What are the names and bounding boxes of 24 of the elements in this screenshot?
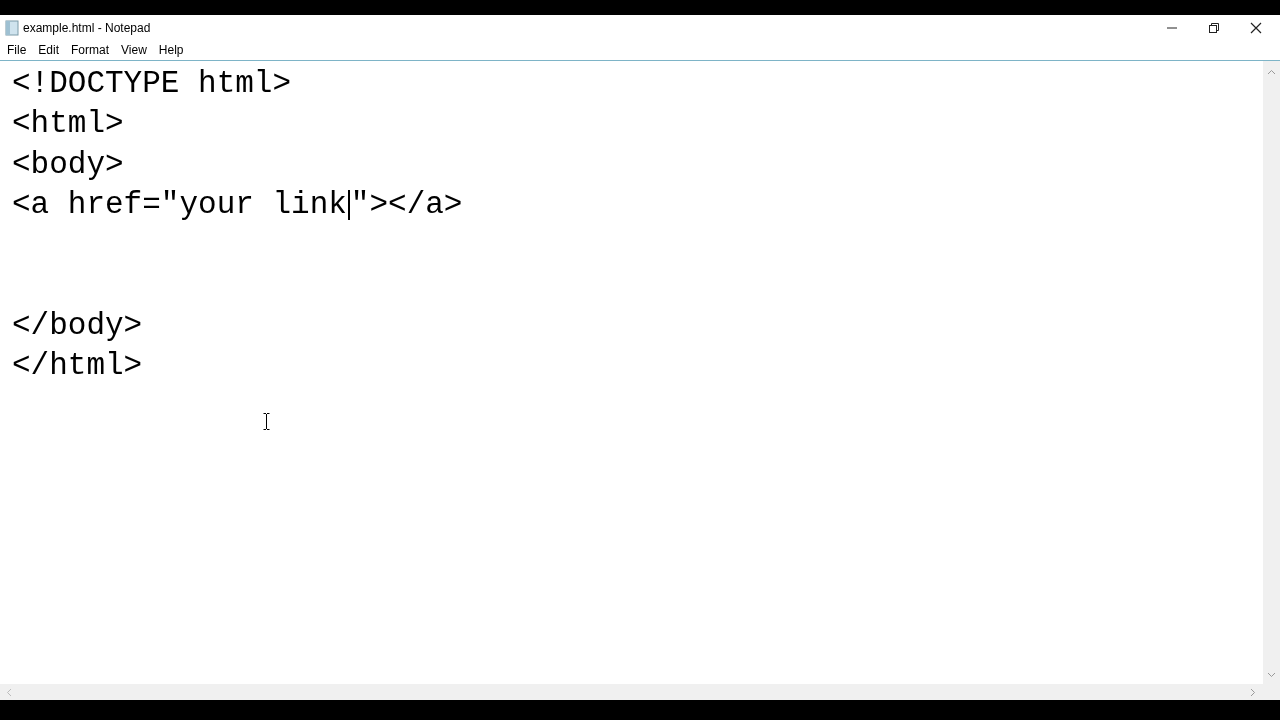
close-icon[interactable] bbox=[1250, 21, 1262, 34]
notepad-icon bbox=[5, 19, 19, 36]
menu-item[interactable]: File bbox=[1, 43, 33, 57]
menu-item[interactable]: Format bbox=[65, 43, 116, 57]
menu-item[interactable]: Edit bbox=[32, 43, 66, 57]
code-text: <html> bbox=[12, 106, 124, 143]
code-text: <!DOCTYPE html> bbox=[12, 66, 292, 103]
scroll-right-icon[interactable] bbox=[1250, 687, 1256, 697]
restore-icon[interactable] bbox=[1208, 21, 1220, 34]
code-text: </body> bbox=[12, 307, 143, 344]
vertical-scrollbar[interactable] bbox=[1263, 61, 1280, 684]
menu-item[interactable]: Help bbox=[152, 43, 190, 57]
ibeam-pointer-icon bbox=[263, 413, 270, 430]
code-text: <a href="your link bbox=[12, 187, 347, 224]
text-area[interactable]: <!DOCTYPE html> <html> <body> <a href="your link"></a> </body> </html> bbox=[0, 61, 1263, 684]
menu-item[interactable]: View bbox=[115, 43, 153, 57]
scroll-left-icon[interactable] bbox=[6, 687, 12, 697]
horizontal-scrollbar[interactable] bbox=[0, 684, 1280, 700]
window-title: example.html - Notepad bbox=[23, 20, 151, 35]
scroll-down-icon[interactable] bbox=[1267, 672, 1276, 678]
code-text: <body> bbox=[12, 146, 124, 183]
code-text: "></a> bbox=[350, 187, 463, 224]
code-text: </html> bbox=[12, 348, 143, 385]
scroll-up-icon[interactable] bbox=[1267, 69, 1276, 75]
